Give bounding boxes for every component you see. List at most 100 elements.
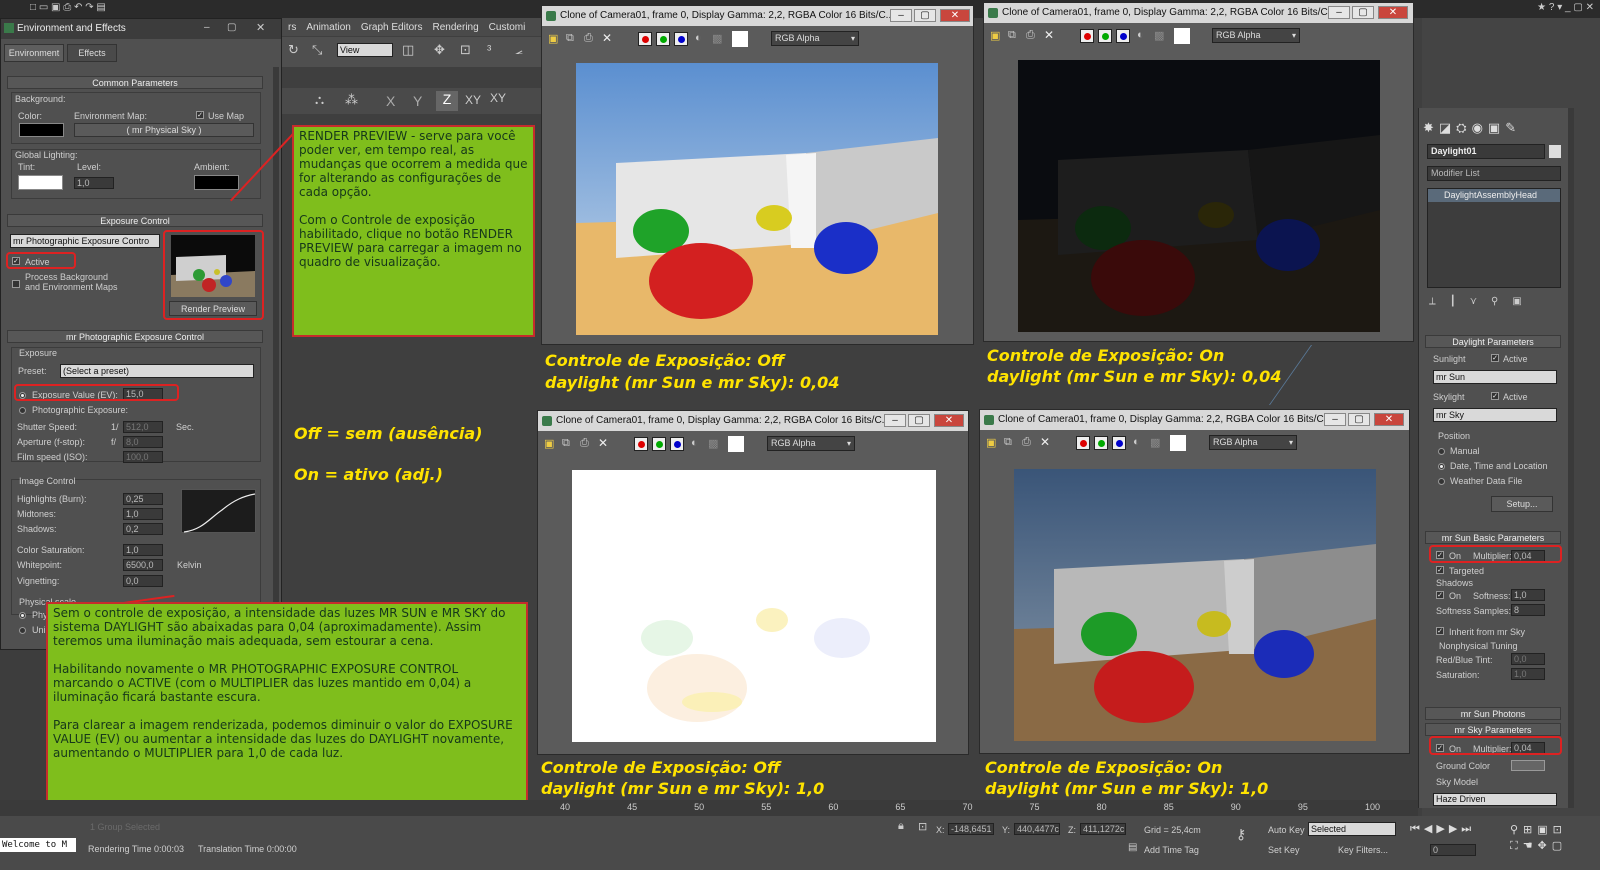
minimize-button[interactable]: –: [884, 414, 906, 427]
setup-button[interactable]: Setup...: [1491, 496, 1553, 512]
skylight-active-checkbox[interactable]: ✓: [1491, 392, 1499, 400]
save-icon[interactable]: ▣: [544, 437, 554, 450]
sky-params-header[interactable]: mr Sky Parameters: [1425, 723, 1561, 736]
z-coord-field[interactable]: 411,1272c: [1080, 823, 1126, 835]
redblue-tint-spinner[interactable]: 0,0: [1511, 653, 1545, 665]
channel-dropdown[interactable]: RGB Alpha: [767, 436, 855, 451]
clear-icon[interactable]: ✕: [1044, 28, 1054, 42]
close-button[interactable]: ✕: [940, 9, 970, 22]
mono-icon[interactable]: ▩: [712, 32, 722, 45]
maximize-button[interactable]: ▢: [1352, 6, 1374, 19]
green-channel-toggle[interactable]: [1098, 29, 1112, 43]
menu-item[interactable]: rs: [288, 22, 296, 33]
exposure-type-dropdown[interactable]: mr Photographic Exposure Contro: [10, 234, 160, 248]
background-swatch[interactable]: [732, 31, 748, 47]
background-swatch[interactable]: [1170, 435, 1186, 451]
minimize-button[interactable]: –: [890, 9, 912, 22]
key-icon[interactable]: ⚷: [1236, 826, 1246, 843]
axis-y-button[interactable]: Y: [413, 93, 422, 109]
alpha-icon[interactable]: ◐: [691, 437, 698, 449]
save-icon[interactable]: ▣: [986, 436, 996, 449]
menu-item-animation[interactable]: Animation: [306, 22, 350, 33]
blue-channel-toggle[interactable]: [670, 437, 684, 451]
background-swatch[interactable]: [728, 436, 744, 452]
add-time-tag-label[interactable]: Add Time Tag: [1144, 845, 1199, 855]
channel-dropdown[interactable]: RGB Alpha: [1212, 28, 1300, 43]
green-channel-toggle[interactable]: [652, 437, 666, 451]
process-background-checkbox[interactable]: [12, 280, 20, 288]
stack-item-daylight[interactable]: DaylightAssemblyHead: [1428, 189, 1560, 202]
lock-icon[interactable]: 🔒︎: [898, 820, 904, 833]
weather-file-radio[interactable]: [1438, 478, 1445, 485]
angle-snap-icon[interactable]: ⦟: [515, 42, 523, 58]
hierarchy-icon[interactable]: ⛬: [315, 92, 324, 108]
sky-type-dropdown[interactable]: mr Sky: [1433, 408, 1557, 422]
background-color-swatch[interactable]: [19, 123, 64, 137]
film-speed-spinner[interactable]: 100,0: [123, 451, 163, 463]
nonphys-saturation-spinner[interactable]: 1,0: [1511, 668, 1545, 680]
axis-z-button[interactable]: Z: [436, 91, 458, 111]
save-icon[interactable]: ▣: [990, 29, 1000, 42]
alpha-icon[interactable]: ◐: [1133, 436, 1140, 448]
alpha-icon[interactable]: ◐: [1137, 29, 1144, 41]
copy-icon[interactable]: ⧉: [1004, 436, 1012, 449]
shadows-spinner[interactable]: 0,2: [123, 523, 163, 535]
menu-item-rendering[interactable]: Rendering: [433, 22, 479, 33]
minimize-button[interactable]: –: [1324, 413, 1346, 426]
env-map-button[interactable]: ( mr Physical Sky ): [74, 123, 254, 137]
clear-icon[interactable]: ✕: [1040, 435, 1050, 449]
unitless-radio[interactable]: [19, 627, 26, 634]
print-icon[interactable]: ⎙: [584, 32, 593, 45]
green-channel-toggle[interactable]: [656, 32, 670, 46]
minimize-button[interactable]: –: [204, 22, 210, 33]
axis-x-button[interactable]: X: [386, 93, 395, 109]
auto-key-button[interactable]: Auto Key: [1268, 825, 1305, 835]
inherit-checkbox[interactable]: ✓: [1436, 627, 1444, 635]
exposure-control-header[interactable]: Exposure Control: [7, 214, 263, 227]
background-swatch[interactable]: [1174, 28, 1190, 44]
clear-icon[interactable]: ✕: [598, 436, 608, 450]
array-icon[interactable]: ⁂: [345, 92, 358, 108]
selected-dropdown[interactable]: Selected: [1308, 822, 1396, 836]
print-icon[interactable]: ⎙: [1022, 436, 1031, 449]
blue-channel-toggle[interactable]: [674, 32, 688, 46]
maximize-button[interactable]: ▢: [908, 414, 930, 427]
select-and-link-icon[interactable]: ⊡: [460, 42, 471, 58]
x-coord-field[interactable]: -148,6451: [948, 823, 994, 835]
color-saturation-spinner[interactable]: 1,0: [123, 544, 163, 556]
mono-icon[interactable]: ▩: [1154, 29, 1164, 42]
menu-item-customize[interactable]: Customi: [489, 22, 526, 33]
ambient-color-swatch[interactable]: [194, 175, 239, 190]
preset-dropdown[interactable]: (Select a preset): [60, 364, 254, 378]
sun-photons-header[interactable]: mr Sun Photons: [1425, 707, 1561, 720]
aperture-spinner[interactable]: 8,0: [123, 436, 163, 448]
close-button[interactable]: ✕: [934, 414, 964, 427]
sun-basic-header[interactable]: mr Sun Basic Parameters: [1425, 531, 1561, 544]
ground-color-swatch[interactable]: [1511, 760, 1545, 771]
alpha-icon[interactable]: ◐: [695, 32, 702, 44]
whitepoint-spinner[interactable]: 6500,0: [123, 559, 163, 571]
select-move-icon[interactable]: ↻: [288, 42, 299, 58]
tab-effects[interactable]: Effects: [67, 44, 117, 62]
vignetting-spinner[interactable]: 0,0: [123, 575, 163, 587]
highlights-spinner[interactable]: 0,25: [123, 493, 163, 505]
tab-environment[interactable]: Environment: [4, 44, 64, 62]
common-params-header[interactable]: Common Parameters: [7, 76, 263, 89]
copy-icon[interactable]: ⧉: [566, 32, 574, 45]
midtones-spinner[interactable]: 1,0: [123, 508, 163, 520]
blue-channel-toggle[interactable]: [1112, 436, 1126, 450]
shutter-spinner[interactable]: 512,0: [123, 421, 163, 433]
sunlight-active-checkbox[interactable]: ✓: [1491, 354, 1499, 362]
y-coord-field[interactable]: 440,4477c: [1014, 823, 1060, 835]
object-color-swatch[interactable]: [1549, 145, 1561, 158]
snap-3d-icon[interactable]: ³: [487, 42, 491, 57]
softness-samples-spinner[interactable]: 8: [1511, 604, 1545, 616]
green-channel-toggle[interactable]: [1094, 436, 1108, 450]
pivot-icon[interactable]: ◫: [402, 42, 414, 58]
absolute-mode-icon[interactable]: ⊡: [918, 820, 927, 833]
current-frame-field[interactable]: 0: [1430, 844, 1476, 856]
daylight-params-header[interactable]: Daylight Parameters: [1425, 335, 1561, 348]
print-icon[interactable]: ⎙: [580, 437, 589, 450]
object-name-field[interactable]: Daylight01: [1427, 144, 1545, 159]
channel-dropdown[interactable]: RGB Alpha: [771, 31, 859, 46]
